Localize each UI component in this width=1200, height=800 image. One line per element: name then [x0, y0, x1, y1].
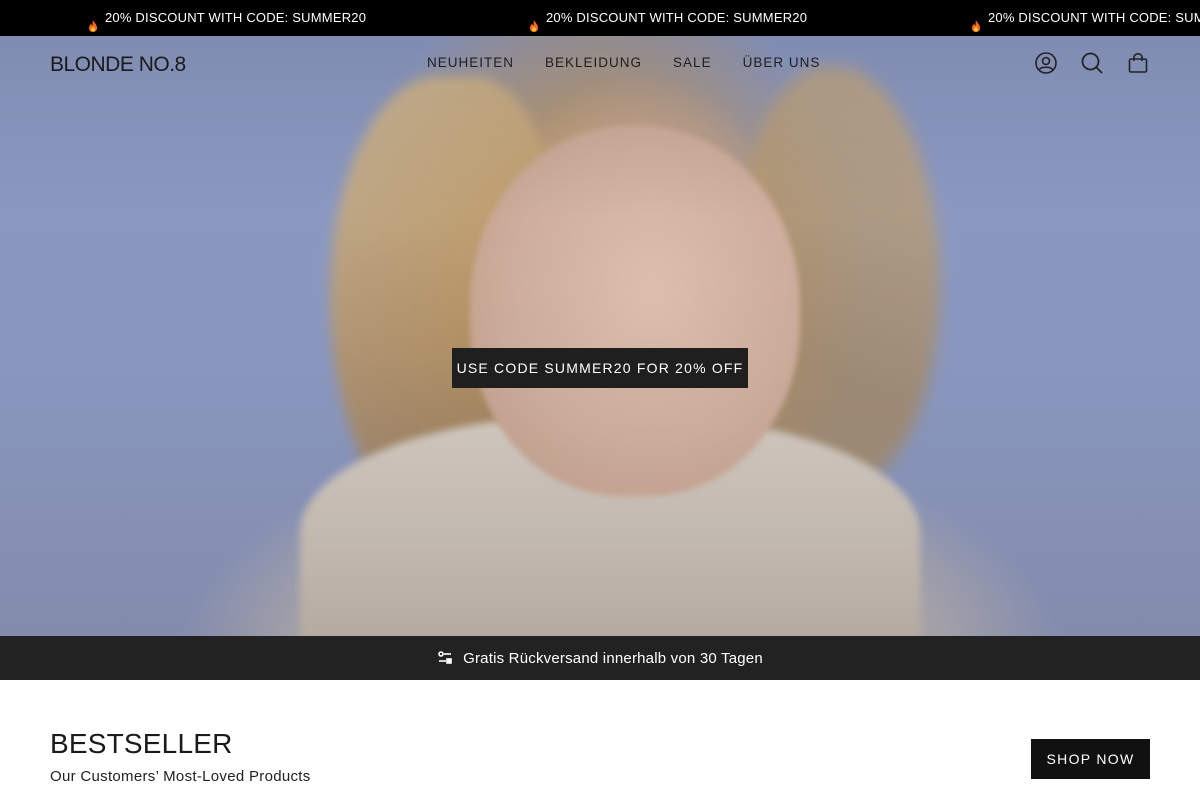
flame-icon: [86, 11, 100, 32]
site-header: BLONDE NO.8 NEUHEITEN BEKLEIDUNG SALE ÜB…: [0, 36, 1200, 92]
site-logo[interactable]: BLONDE NO.8: [50, 53, 186, 77]
flame-icon: [527, 11, 541, 32]
search-icon[interactable]: [1080, 51, 1104, 75]
cart-icon[interactable]: [1126, 51, 1150, 75]
account-icon[interactable]: [1034, 51, 1058, 75]
announcement-item[interactable]: 20% DISCOUNT WITH CODE: SUMMER20: [86, 0, 366, 36]
announcement-item[interactable]: 20% DISCOUNT WITH CODE: SUMM: [969, 0, 1200, 36]
hero-banner: [0, 36, 1200, 636]
nav-item-neuheiten[interactable]: NEUHEITEN: [427, 55, 514, 70]
announcement-text: 20% DISCOUNT WITH CODE: SUMMER20: [105, 10, 367, 25]
flame-icon: [969, 11, 983, 32]
info-bar: Gratis Rückversand innerhalb von 30 Tage…: [0, 636, 1200, 680]
page: 20% DISCOUNT WITH CODE: SUMMER20 20% DIS…: [0, 0, 1200, 800]
shop-now-button[interactable]: SHOP NOW: [1031, 739, 1150, 779]
announcement-bar: 20% DISCOUNT WITH CODE: SUMMER20 20% DIS…: [0, 0, 1200, 36]
promo-code-button[interactable]: USE CODE SUMMER20 FOR 20% OFF: [452, 348, 748, 388]
header-actions: [1034, 51, 1150, 75]
nav-item-sale[interactable]: SALE: [673, 55, 712, 70]
info-bar-text: Gratis Rückversand innerhalb von 30 Tage…: [463, 649, 763, 667]
announcement-text: 20% DISCOUNT WITH CODE: SUMMER20: [546, 10, 808, 25]
bestseller-title: BESTSELLER: [50, 728, 233, 759]
hero-overlay: [0, 36, 1200, 636]
announcement-text: 20% DISCOUNT WITH CODE: SUMM: [988, 10, 1200, 25]
bestseller-subtitle: Our Customers’ Most-Loved Products: [50, 768, 311, 785]
announcement-item[interactable]: 20% DISCOUNT WITH CODE: SUMMER20: [527, 0, 807, 36]
nav-item-ueber-uns[interactable]: ÜBER UNS: [743, 55, 821, 70]
main-nav: NEUHEITEN BEKLEIDUNG SALE ÜBER UNS: [427, 55, 820, 70]
return-icon: [437, 650, 453, 666]
nav-item-bekleidung[interactable]: BEKLEIDUNG: [545, 55, 642, 70]
